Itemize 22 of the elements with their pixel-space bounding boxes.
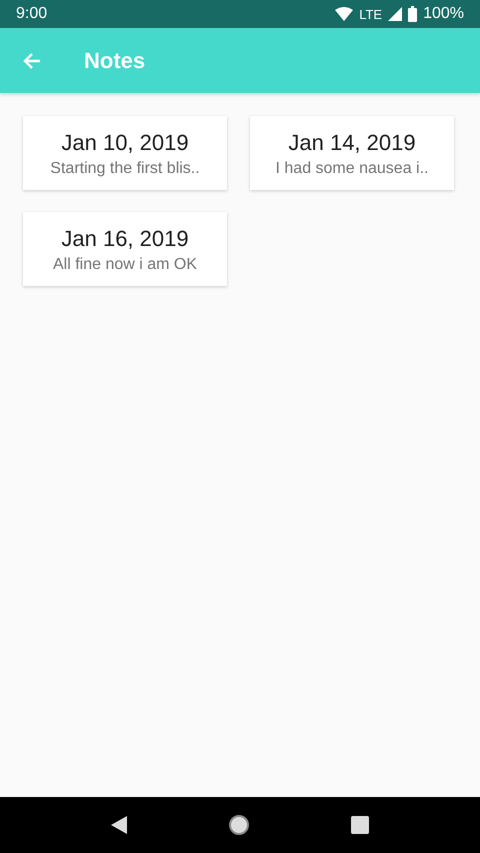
- square-icon: [351, 816, 370, 834]
- note-card[interactable]: Jan 10, 2019 Starting the first blis..: [23, 116, 227, 190]
- status-time: 9:00: [16, 5, 48, 23]
- note-preview: Starting the first blis..: [50, 160, 200, 178]
- battery-icon: [408, 6, 418, 22]
- network-label: LTE: [359, 6, 382, 22]
- back-button[interactable]: [110, 816, 127, 834]
- battery-level: 100%: [423, 5, 464, 23]
- screen-title: Notes: [84, 48, 146, 74]
- signal-icon: [388, 7, 402, 21]
- note-preview: All fine now i am OK: [52, 256, 198, 274]
- wifi-icon: [335, 7, 354, 21]
- note-date: Jan 10, 2019: [61, 130, 189, 156]
- note-date: Jan 14, 2019: [288, 130, 416, 156]
- note-date: Jan 16, 2019: [61, 226, 189, 252]
- note-card[interactable]: Jan 16, 2019 All fine now i am OK: [23, 212, 227, 286]
- circle-icon: [228, 814, 250, 836]
- home-button[interactable]: [228, 814, 250, 836]
- recents-button[interactable]: [351, 816, 370, 834]
- triangle-icon: [110, 816, 127, 834]
- note-card[interactable]: Jan 14, 2019 I had some nausea i..: [250, 116, 454, 190]
- note-preview: I had some nausea i..: [276, 160, 428, 178]
